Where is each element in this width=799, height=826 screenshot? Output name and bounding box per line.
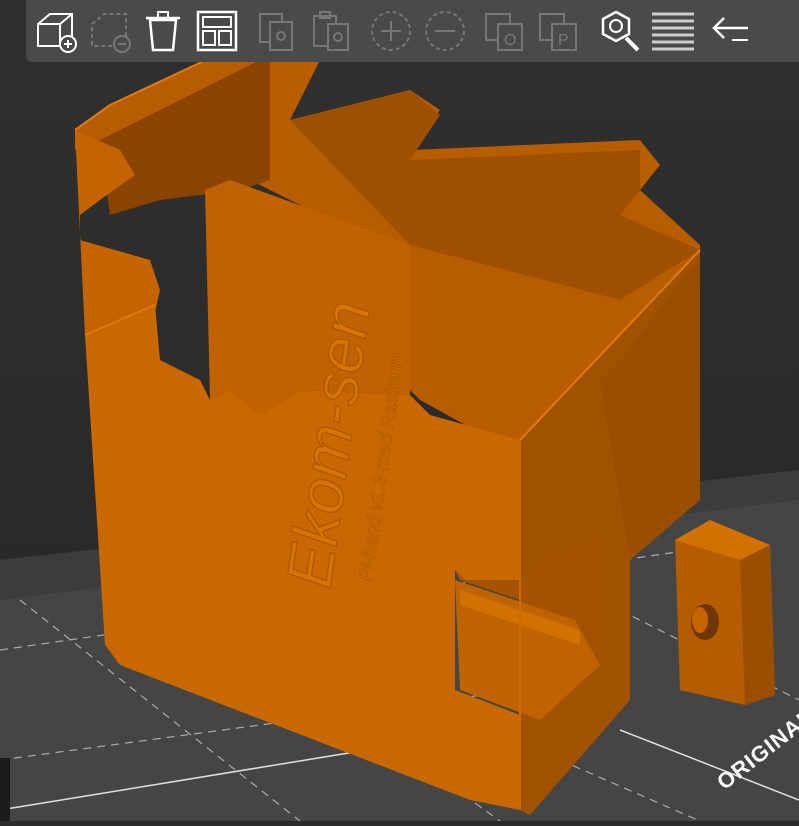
add-instance-button[interactable]: [366, 6, 416, 56]
search-icon: [601, 10, 640, 52]
delete-object-button[interactable]: [84, 6, 134, 56]
svg-text:O: O: [504, 32, 516, 49]
split-objects-button[interactable]: O: [480, 6, 530, 56]
arrange-icon: [196, 10, 238, 52]
plus-icon: [371, 11, 411, 51]
arrange-button[interactable]: [192, 6, 242, 56]
split-parts-icon: P: [539, 13, 577, 51]
delete-object-icon: [91, 13, 131, 53]
split-parts-button[interactable]: P: [534, 6, 584, 56]
remove-instance-button[interactable]: [420, 6, 470, 56]
add-object-icon: [37, 13, 77, 53]
undo-button[interactable]: [702, 6, 752, 56]
3d-viewport[interactable]: Ekom-sen Pi-hand v1.3 med Rasberry ORIGI…: [0, 0, 799, 822]
top-toolbar: O P: [26, 0, 799, 62]
copy-icon: [259, 13, 293, 51]
layers-icon: [652, 12, 694, 51]
svg-text:P: P: [558, 32, 569, 49]
delete-all-button[interactable]: [138, 6, 188, 56]
search-button[interactable]: [594, 6, 644, 56]
paste-icon: [313, 11, 349, 51]
scene: Ekom-sen Pi-hand v1.3 med Rasberry: [0, 0, 799, 822]
trash-icon: [146, 11, 180, 52]
add-object-button[interactable]: [30, 6, 80, 56]
copy-button[interactable]: [252, 6, 302, 56]
undo-arrow-icon: [712, 17, 748, 41]
layers-button[interactable]: [648, 6, 698, 56]
split-objects-icon: O: [485, 13, 523, 51]
minus-icon: [425, 11, 465, 51]
paste-button[interactable]: [306, 6, 356, 56]
